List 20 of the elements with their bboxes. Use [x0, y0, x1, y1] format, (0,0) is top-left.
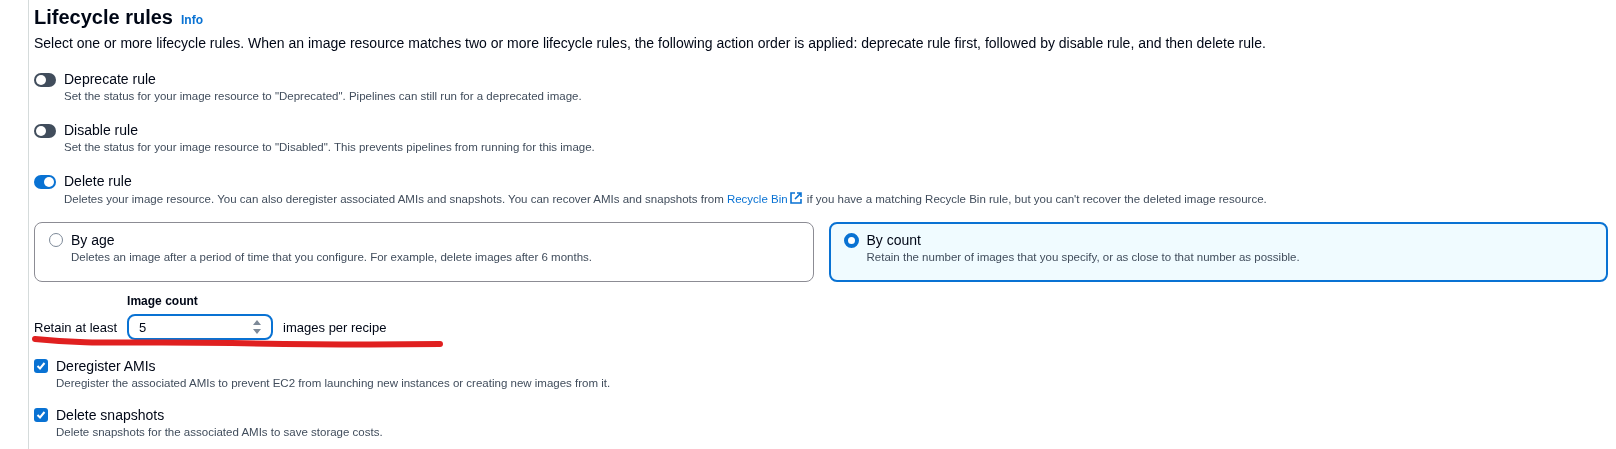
- option-card[interactable]: By count Retain the number of images that you specify, or as close to that number as possible.: [828, 222, 1608, 282]
- option-card[interactable]: By age Deletes an image after a period of time that you configure. For example, delete images after 6 months.: [34, 222, 814, 282]
- field-label: Image count: [127, 294, 199, 308]
- rule-label: Deprecate rule: [64, 71, 157, 87]
- checkbox-label: Delete snapshots: [56, 407, 166, 423]
- rule-label: Delete rule: [64, 173, 133, 189]
- info-link[interactable]: Info: [180, 13, 203, 27]
- section-title: Lifecycle rules: [34, 6, 173, 29]
- rule-description: Set the status for your image resource to "Disabled". This prevents pipelines from running for this image.: [64, 141, 595, 153]
- field-suffix: images per recipe: [283, 319, 387, 335]
- checkbox-description: Deregister the associated AMIs to prevent EC2 from launching new instances or creating new images from it.: [56, 377, 611, 389]
- rule-label: Disable rule: [64, 122, 139, 138]
- rule-description: Set the status for your image resource to "Deprecated". Pipelines can still run for a deprecated image.: [64, 90, 582, 102]
- checkbox-label: Deregister AMIs: [56, 358, 157, 374]
- section-description: Select one or more lifecycle rules. When an image resource matches two or more lifecycle rules, the following action order is applied: deprecate rule first, followed by disable rule, and then delete rule.: [34, 35, 1267, 51]
- checkbox-description: Delete snapshots for the associated AMIs to save storage costs.: [56, 426, 383, 438]
- rule-description: Deletes your image resource. You can also deregister associated AMIs and snapshots. You can recover AMIs and snapshots from Recycle Bin if you have a matching Recycle Bin rule, but you can't recover the deleted image resource.: [64, 192, 1267, 205]
- number-input-field[interactable]: 5: [127, 314, 274, 340]
- recycle-bin-link[interactable]: Recycle Bin: [726, 193, 804, 205]
- field-prefix: Retain at least: [34, 319, 118, 335]
